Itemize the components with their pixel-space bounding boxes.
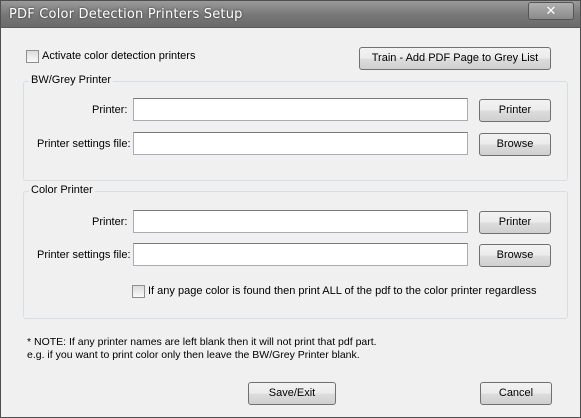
color-settings-input[interactable]	[133, 243, 468, 266]
color-printer-label: Printer:	[92, 216, 128, 228]
color-printer-input[interactable]	[133, 210, 468, 233]
bw-printer-group: BW/Grey Printer Printer: Printer Printer…	[23, 74, 568, 181]
note-line-2: e.g. if you want to print color only the…	[27, 349, 360, 361]
dialog-window: PDF Color Detection Printers Setup ✕ Act…	[0, 0, 581, 418]
bw-settings-label: Printer settings file:	[37, 138, 131, 150]
bw-browse-button[interactable]: Browse	[479, 133, 551, 156]
close-icon: ✕	[545, 3, 557, 18]
color-group-title: Color Printer	[29, 184, 95, 196]
title-bar[interactable]: PDF Color Detection Printers Setup ✕	[1, 1, 580, 28]
color-browse-button[interactable]: Browse	[479, 244, 551, 267]
print-all-label[interactable]: If any page color is found then print AL…	[148, 285, 537, 297]
train-button[interactable]: Train - Add PDF Page to Grey List	[359, 47, 551, 70]
bw-group-title: BW/Grey Printer	[29, 74, 114, 86]
color-printer-button[interactable]: Printer	[479, 211, 551, 234]
dialog-body: Activate color detection printers Train …	[8, 29, 573, 412]
bw-printer-button[interactable]: Printer	[479, 99, 551, 122]
cancel-button[interactable]: Cancel	[480, 382, 552, 405]
bw-settings-input[interactable]	[133, 132, 468, 155]
activate-label[interactable]: Activate color detection printers	[42, 50, 195, 62]
bw-printer-input[interactable]	[133, 98, 468, 121]
window-title: PDF Color Detection Printers Setup	[9, 7, 243, 22]
print-all-checkbox[interactable]	[132, 285, 145, 298]
bw-printer-label: Printer:	[92, 104, 128, 116]
save-exit-button[interactable]: Save/Exit	[248, 382, 336, 405]
activate-checkbox[interactable]	[26, 50, 39, 63]
close-button[interactable]: ✕	[528, 2, 574, 20]
color-printer-group: Color Printer Printer: Printer Printer s…	[23, 184, 568, 319]
color-settings-label: Printer settings file:	[37, 249, 131, 261]
note-line-1: * NOTE: If any printer names are left bl…	[27, 336, 377, 348]
